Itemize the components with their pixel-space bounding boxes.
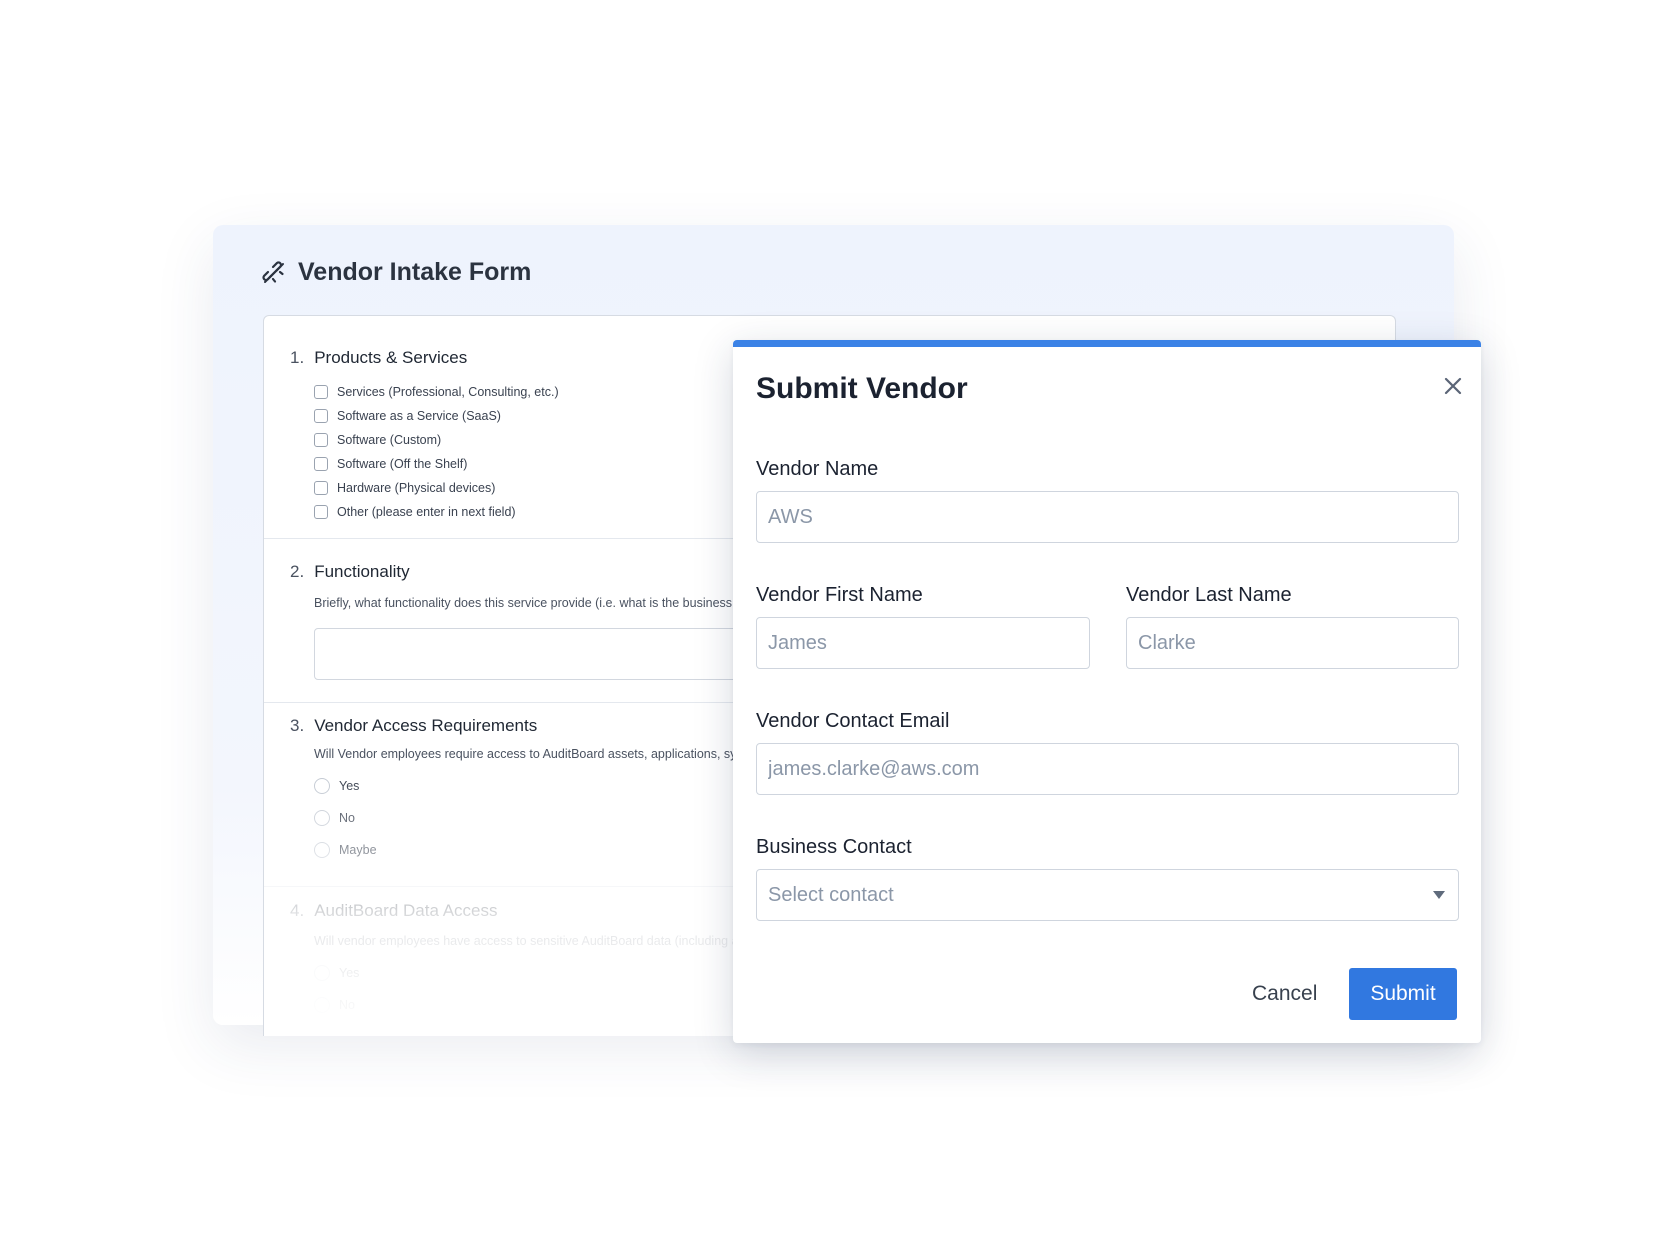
vendor-name-label: Vendor Name [756,458,879,480]
functionality-textarea[interactable] [314,628,776,680]
radio-label: Maybe [339,843,377,857]
radio-label: Yes [339,779,360,793]
radio-maybe[interactable]: Maybe [314,842,377,858]
vendor-last-name-label: Vendor Last Name [1126,584,1292,606]
checkbox-box[interactable] [314,433,328,447]
radio-label: No [339,811,355,825]
checkbox-box[interactable] [314,505,328,519]
checkbox-software-off-shelf[interactable]: Software (Off the Shelf) [314,457,467,471]
vendor-email-input[interactable] [756,743,1459,795]
chevron-down-icon[interactable] [1433,891,1445,899]
modal-accent-bar [733,340,1481,347]
close-button[interactable] [1439,374,1467,402]
checkbox-box[interactable] [314,481,328,495]
radio-label: No [339,998,355,1012]
question-number: 4. [290,901,305,920]
radio-circle[interactable] [314,842,330,858]
business-contact-label: Business Contact [756,836,912,858]
question-number: 1. [290,348,305,367]
radio-yes[interactable]: Yes [314,965,359,981]
checkbox-software-custom[interactable]: Software (Custom) [314,433,441,447]
vendor-first-name-label: Vendor First Name [756,584,923,606]
radio-circle[interactable] [314,965,330,981]
question-title: AuditBoard Data Access [314,901,498,920]
radio-label: Yes [339,966,360,980]
radio-no[interactable]: No [314,810,355,826]
business-contact-select[interactable]: Select contact [756,869,1459,921]
intake-form-title: Vendor Intake Form [298,258,532,286]
checkbox-label: Software (Custom) [337,433,442,447]
question-description: Will Vendor employees require access to … [314,747,737,761]
radio-circle[interactable] [314,778,330,794]
question-description: Briefly, what functionality does this se… [314,596,733,610]
checkbox-label: Services (Professional, Consulting, etc.… [337,385,559,399]
vendor-name-input[interactable] [756,491,1459,543]
checkbox-saas[interactable]: Software as a Service (SaaS) [314,409,501,423]
question-description: Will vendor employees have access to sen… [314,934,739,948]
question-number: 2. [290,562,305,581]
vendor-email-label: Vendor Contact Email [756,710,950,732]
submit-vendor-modal: Submit Vendor Vendor Name Vendor First N… [733,340,1481,1043]
select-placeholder: Select contact [768,883,894,906]
intake-header: Vendor Intake Form [262,258,531,287]
checkbox-label: Software (Off the Shelf) [337,457,468,471]
radio-no[interactable]: No [314,997,355,1013]
radio-circle[interactable] [314,997,330,1013]
checkbox-hardware[interactable]: Hardware (Physical devices) [314,481,495,495]
close-icon[interactable] [1444,377,1462,400]
cancel-button[interactable]: Cancel [1240,968,1329,1020]
question-title: Functionality [314,562,410,581]
submit-button[interactable]: Submit [1349,968,1457,1020]
vendor-first-name-input[interactable] [756,617,1090,669]
vendor-last-name-input[interactable] [1126,617,1459,669]
checkbox-label: Hardware (Physical devices) [337,481,496,495]
checkbox-box[interactable] [314,457,328,471]
modal-title: Submit Vendor [756,372,968,405]
radio-circle[interactable] [314,810,330,826]
question-number: 3. [290,716,305,735]
checkbox-box[interactable] [314,409,328,423]
question-title: Products & Services [314,348,468,367]
link-broken-icon [262,260,286,285]
question-title: Vendor Access Requirements [314,716,538,735]
checkbox-label: Other (please enter in next field) [337,505,516,519]
checkbox-other[interactable]: Other (please enter in next field) [314,505,516,519]
radio-yes[interactable]: Yes [314,778,359,794]
checkbox-services[interactable]: Services (Professional, Consulting, etc.… [314,385,559,399]
checkbox-label: Software as a Service (SaaS) [337,409,501,423]
checkbox-box[interactable] [314,385,328,399]
